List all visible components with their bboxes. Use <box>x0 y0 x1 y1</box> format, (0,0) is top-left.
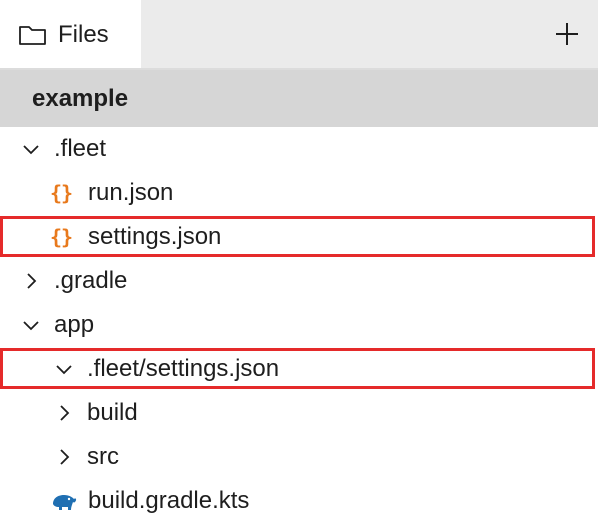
tree-item-gradle-folder[interactable]: .gradle <box>0 259 598 303</box>
project-header[interactable]: example <box>0 70 598 127</box>
tree-item-label: src <box>87 443 119 470</box>
tab-bar: Files <box>0 0 598 70</box>
tree-item-label: .fleet/settings.json <box>87 355 280 382</box>
tree-item-label: app <box>54 311 95 338</box>
chevron-right-icon[interactable] <box>55 448 73 466</box>
folder-icon <box>18 23 48 47</box>
tree-item-build-folder[interactable]: build <box>0 391 598 435</box>
tree-item-app-folder[interactable]: app <box>0 303 598 347</box>
chevron-right-icon[interactable] <box>55 404 73 422</box>
gradle-elephant-icon <box>50 489 77 513</box>
json-file-icon: {} <box>50 181 73 205</box>
chevron-right-icon[interactable] <box>22 272 40 290</box>
tree-item-src-folder[interactable]: src <box>0 435 598 479</box>
chevron-down-icon[interactable] <box>22 316 40 334</box>
tree-item-run-json[interactable]: {} run.json <box>0 171 598 215</box>
tree-item-app-fleet-settings[interactable]: .fleet/settings.json <box>0 347 598 391</box>
chevron-down-icon[interactable] <box>55 360 73 378</box>
files-panel: Files example .fleet {} run.json {} sett… <box>0 0 598 520</box>
project-name: example <box>32 84 129 112</box>
tab-files-label: Files <box>58 21 109 48</box>
tree-item-settings-json[interactable]: {} settings.json <box>0 215 598 259</box>
tree-item-label: settings.json <box>88 223 222 250</box>
chevron-down-icon[interactable] <box>22 140 40 158</box>
tab-files[interactable]: Files <box>0 0 141 70</box>
file-tree: .fleet {} run.json {} settings.json .gra… <box>0 127 598 520</box>
tree-item-label: .fleet <box>54 135 107 162</box>
tree-item-label: build.gradle.kts <box>88 487 250 514</box>
tree-item-label: .gradle <box>54 267 128 294</box>
plus-icon <box>556 23 578 45</box>
json-file-icon: {} <box>50 225 73 249</box>
tree-item-fleet-folder[interactable]: .fleet <box>0 127 598 171</box>
tree-item-label: build <box>87 399 138 426</box>
add-button[interactable] <box>554 21 580 47</box>
tree-item-label: run.json <box>88 179 174 206</box>
tree-item-build-gradle-kts[interactable]: build.gradle.kts <box>0 479 598 520</box>
